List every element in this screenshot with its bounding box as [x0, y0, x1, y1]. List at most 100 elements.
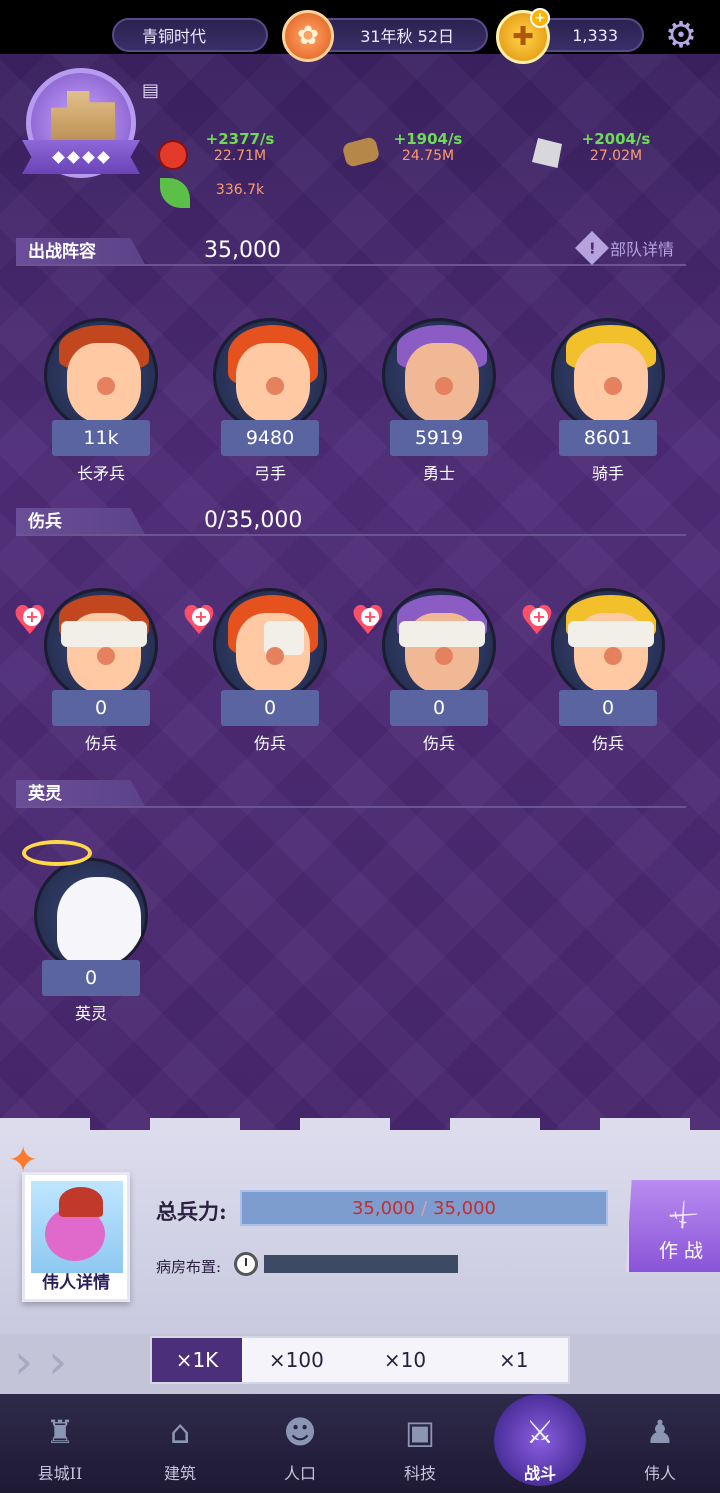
wood-rate: +1904/s	[393, 130, 463, 148]
wounded-rider-portrait	[551, 588, 665, 702]
info-icon: !	[575, 231, 609, 265]
nav-item-town[interactable]: ♜ 县城II	[0, 1394, 120, 1493]
unit-card-warrior[interactable]: 5919 勇士	[374, 318, 504, 518]
era-pill[interactable]: 青铜时代	[112, 18, 268, 52]
sword-icon: ⚔	[660, 1193, 705, 1238]
wounded-warrior-portrait	[382, 588, 496, 702]
hero-detail-label: 伟人详情	[42, 1273, 110, 1293]
heroes-divider	[16, 806, 686, 808]
food-apple-icon	[158, 140, 188, 170]
unit-name: 长矛兵	[76, 464, 125, 483]
wounded-card-rider[interactable]: ♥+ 0 伤兵	[519, 588, 673, 788]
fight-button[interactable]: ⚔ 作战	[626, 1180, 720, 1272]
total-power-bar: 35,000 / 35,000	[240, 1190, 608, 1226]
tech-book-icon: ▣	[404, 1413, 436, 1451]
coin-count: 1,333	[572, 25, 618, 45]
wounded-divider	[16, 534, 686, 536]
troop-detail-link[interactable]: ! 部队详情	[575, 231, 675, 265]
hero-spirit-portrait	[34, 858, 148, 972]
unit-count: 0	[52, 690, 150, 726]
town-icon: ♜	[45, 1413, 75, 1451]
ward-setup-bar[interactable]	[264, 1255, 458, 1273]
wounded-capacity: 0/35,000	[204, 508, 303, 533]
troop-detail-label: 部队详情	[610, 240, 675, 259]
clock-icon	[234, 1252, 258, 1276]
gear-icon[interactable]: ⚙	[660, 14, 702, 56]
multiplier-selector: ×1K ×100 ×10 ×1	[150, 1336, 570, 1384]
unit-card-archer[interactable]: 9480 弓手	[205, 318, 335, 518]
multiplier-1k-button[interactable]: ×1K	[152, 1338, 242, 1382]
stone-total: 27.02M	[589, 148, 643, 164]
stone-rate: +2004/s	[581, 130, 651, 148]
resource-food: +2377/s 22.71M	[200, 130, 280, 164]
spearman-portrait	[44, 318, 158, 432]
unit-name: 伤兵	[84, 734, 117, 753]
population-icon: ☻	[283, 1413, 317, 1451]
multiplier-1-button[interactable]: ×1	[459, 1338, 568, 1382]
heal-heart-icon[interactable]: ♥+	[12, 601, 52, 641]
total-power-max: 35,000	[433, 1197, 497, 1219]
heal-heart-icon[interactable]: ♥+	[350, 601, 390, 641]
multiplier-10-button[interactable]: ×10	[351, 1338, 460, 1382]
nav-item-tech[interactable]: ▣ 科技	[360, 1394, 480, 1493]
bottom-navigation: ♜ 县城II ⌂ 建筑 ☻ 人口 ▣ 科技 ⚔ 战斗 ♟ 伟人	[0, 1394, 720, 1493]
nav-label: 伟人	[643, 1464, 676, 1483]
wounded-archer-portrait	[213, 588, 327, 702]
castle-icon	[51, 91, 115, 147]
nav-label: 人口	[283, 1464, 316, 1483]
unit-card-spearman[interactable]: 11k 长矛兵	[36, 318, 166, 518]
nav-item-building[interactable]: ⌂ 建筑	[120, 1394, 240, 1493]
heal-heart-icon[interactable]: ♥+	[181, 601, 221, 641]
nav-item-population[interactable]: ☻ 人口	[240, 1394, 360, 1493]
ward-setup-label: 病房布置:	[156, 1258, 222, 1276]
unit-name: 伤兵	[591, 734, 624, 753]
resource-stone: +2004/s 27.02M	[576, 130, 656, 164]
unit-name: 骑手	[591, 464, 624, 483]
add-coins-icon[interactable]: +	[530, 8, 550, 28]
unit-count: 11k	[52, 420, 150, 456]
unit-count: 0	[390, 690, 488, 726]
ghost-icon	[57, 877, 141, 965]
wounded-card-archer[interactable]: ♥+ 0 伤兵	[181, 588, 335, 788]
unit-count: 0	[221, 690, 319, 726]
unit-count: 5919	[390, 420, 488, 456]
resource-herb: 336.7k	[200, 182, 280, 198]
unit-count: 0	[42, 960, 140, 996]
battle-swords-icon: ⚔	[525, 1413, 555, 1451]
nav-label: 科技	[403, 1464, 436, 1483]
season-leaf-icon[interactable]: ✿	[282, 10, 334, 62]
unit-count: 8601	[559, 420, 657, 456]
wood-total: 24.75M	[401, 148, 455, 164]
total-power-separator: /	[420, 1197, 428, 1219]
wounded-spearman-portrait	[44, 588, 158, 702]
wounded-card-spearman[interactable]: ♥+ 0 伤兵	[12, 588, 166, 788]
hero-detail-card[interactable]: 伟人详情	[22, 1172, 130, 1302]
era-icon: ▤	[142, 80, 160, 101]
lineup-divider	[16, 264, 686, 266]
nav-item-battle[interactable]: ⚔ 战斗	[480, 1394, 600, 1493]
food-rate: +2377/s	[205, 130, 275, 148]
nav-label: 县城II	[37, 1464, 83, 1483]
unit-count: 0	[559, 690, 657, 726]
unit-name: 伤兵	[253, 734, 286, 753]
unit-card-hero-spirit[interactable]: 0 英灵	[22, 840, 156, 1058]
unit-card-rider[interactable]: 8601 骑手	[543, 318, 673, 518]
nav-label: 建筑	[163, 1464, 196, 1483]
warrior-portrait	[382, 318, 496, 432]
archer-portrait	[213, 318, 327, 432]
heal-heart-icon[interactable]: ♥+	[519, 601, 559, 641]
total-power-label: 总兵力:	[156, 1199, 227, 1224]
wounded-section-title: 伤兵	[16, 508, 146, 536]
nav-item-great-person[interactable]: ♟ 伟人	[600, 1394, 720, 1493]
wounded-card-warrior[interactable]: ♥+ 0 伤兵	[350, 588, 504, 788]
castle-ribbon	[22, 140, 140, 174]
unit-name: 勇士	[422, 464, 455, 483]
heroes-section-title: 英灵	[16, 780, 146, 808]
food-total: 22.71M	[213, 148, 267, 164]
nav-label: 战斗	[523, 1464, 556, 1483]
multiplier-100-button[interactable]: ×100	[242, 1338, 351, 1382]
great-person-icon: ♟	[645, 1413, 675, 1451]
unit-name: 弓手	[253, 464, 286, 483]
era-label: 青铜时代	[142, 27, 207, 46]
unit-name: 英灵	[74, 1004, 107, 1023]
